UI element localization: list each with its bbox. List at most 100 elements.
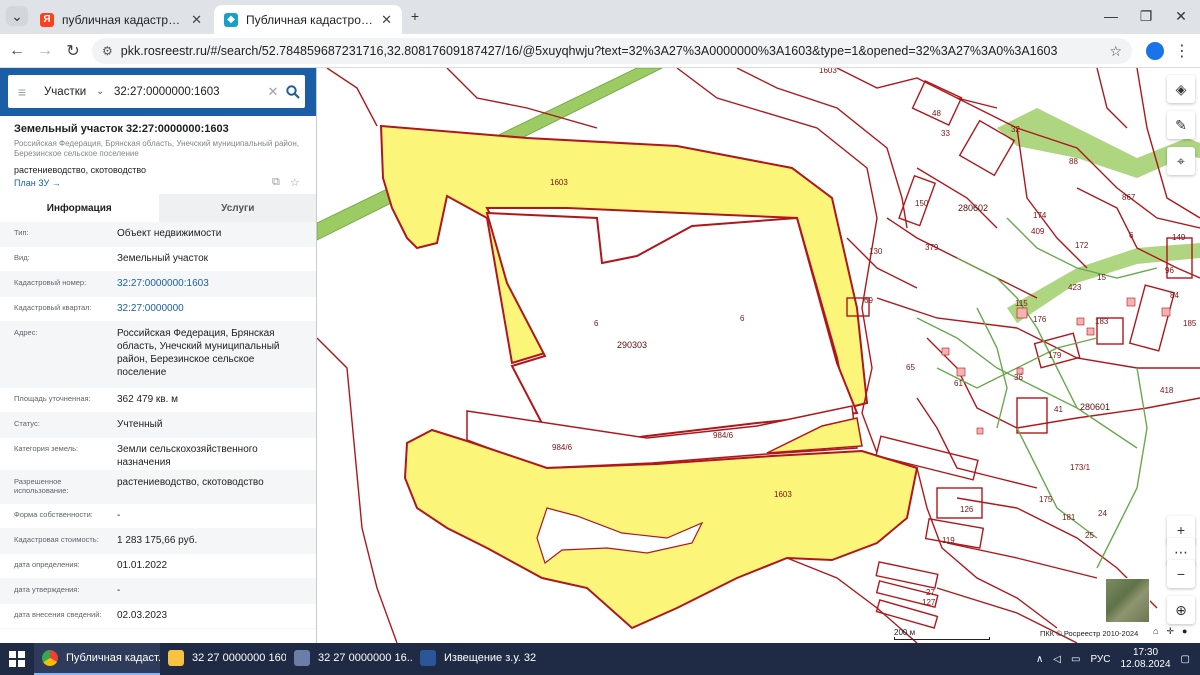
map-label: 24 [1098,509,1107,518]
property-row: Вид: Земельный участок [0,247,316,272]
app-icon [294,650,310,666]
property-value: 362 479 кв. м [117,394,179,405]
map-label: 6 [740,314,745,323]
map-label: 179 [1048,351,1062,360]
clock[interactable]: 17:30 12.08.2024 [1120,647,1170,671]
back-button[interactable]: ← [5,39,29,63]
north-button[interactable]: ⊕ [1167,596,1195,624]
taskbar-item-folder[interactable]: 32 27 0000000 1603 [160,643,286,675]
layers-button[interactable]: ◈ [1167,75,1195,103]
map-label: 36 [1014,373,1023,382]
object-actions: ⧉ ☆ [272,176,300,189]
browser-tab-1[interactable]: Я публичная кадастровая карта ✕ [30,5,212,34]
zoom-out-button[interactable]: − [1167,560,1195,588]
close-icon[interactable]: ✕ [183,12,202,28]
map-label: 181 [1062,513,1076,522]
property-value-link[interactable]: 32:27:0000000:1603 [117,272,303,296]
map-label: 65 [906,363,915,372]
map-label: 33 [941,129,950,138]
site-info-icon[interactable]: ⚙ [102,44,113,58]
person-icon[interactable]: ● [1182,626,1187,637]
map-label: 280601 [1080,402,1110,412]
settlement-lines [916,217,1158,569]
property-row: Адрес: Российская Федерация, Брянская обл… [0,322,316,388]
search-doc-icon[interactable]: ⧉ [272,176,280,189]
map-label: 149 [1172,233,1186,242]
home-icon[interactable]: ⌂ [1153,626,1158,637]
property-value: Земли сельскохозяйственного назначения [117,444,258,468]
map-label: 130 [869,247,883,256]
close-icon[interactable]: ✕ [373,12,392,28]
start-button[interactable] [0,643,34,675]
property-row: дата внесения сведений: 02.03.2023 [0,604,316,629]
property-value: Объект недвижимости [117,228,222,239]
taskbar-item-word[interactable]: Извещение з.у. 32 ... [412,643,538,675]
forward-button[interactable]: → [33,39,57,63]
system-tray: ∧ ◁ ▭ РУС 17:30 12.08.2024 ▢ [1036,643,1190,675]
property-row: Разрешенное использование: растениеводств… [0,471,316,504]
info-panel: ≡ Участки ⌄ ✕ Земельный участок 32:27:00… [0,68,317,643]
map-label: 61 [954,379,963,388]
locate-button[interactable]: ⌖ [1167,147,1195,175]
url-text[interactable]: pkk.rosreestr.ru/#/search/52.78485968723… [121,44,1058,58]
chevron-down-icon[interactable]: ⌄ [96,86,114,97]
volume-icon[interactable]: ◁ [1053,654,1061,665]
copyright-text: ПКК © Росреестр 2010-2024 [1040,629,1139,638]
plan-link[interactable]: План ЗУ → [14,178,61,188]
cadastral-map[interactable]: 1603 1603 1603 290303 6 6 984/6 984/6 28… [317,68,1200,643]
star-icon[interactable]: ☆ [290,176,300,189]
map-canvas[interactable]: 1603 1603 1603 290303 6 6 984/6 984/6 28… [317,68,1200,643]
property-value: Учтенный [117,419,163,430]
address-bar[interactable]: ⚙ pkk.rosreestr.ru/#/search/52.784859687… [92,38,1132,64]
layers-icon: ◈ [1175,80,1187,97]
parcel-290303[interactable] [485,211,859,442]
map-label: 69 [864,296,873,305]
object-header: Земельный участок 32:27:0000000:1603 Рос… [14,123,314,175]
property-label: Форма собственности: [14,510,93,519]
star-icon[interactable]: ☆ [1109,43,1122,60]
profile-button[interactable] [1143,39,1167,63]
browser-tab-2[interactable]: ◆ Публичная кадастровая карта ✕ [214,5,402,34]
rosreestr-icon: ◆ [224,12,238,27]
taskbar-item-app[interactable]: 32 27 0000000 16... [286,643,412,675]
maximize-button[interactable]: ❐ [1135,6,1157,26]
search-button[interactable] [282,84,304,99]
minus-icon: − [1176,566,1186,582]
windows-icon [9,651,25,667]
notifications-icon[interactable]: ▢ [1181,654,1190,665]
property-label: дата внесения сведений: [14,610,102,619]
new-tab-button[interactable]: + [404,6,426,26]
property-label: дата утверждения: [14,585,80,594]
map-label: 984/6 [552,443,573,452]
menu-button[interactable]: ⋮ [1170,39,1194,63]
measure-button[interactable]: ✎ [1167,111,1195,139]
map-label: 6 [1129,231,1134,240]
menu-icon[interactable]: ≡ [8,84,36,100]
browser-toolbar: ← → ↻ ⚙ pkk.rosreestr.ru/#/search/52.784… [0,34,1200,68]
property-value: Российская Федерация, Брянская область, … [117,328,280,378]
tab-information[interactable]: Информация [0,194,159,222]
crosshair-icon[interactable]: ✛ [1166,626,1174,637]
clear-icon[interactable]: ✕ [264,84,282,100]
scale-label: 200 м [894,628,916,637]
search-type-select[interactable]: Участки [36,86,96,98]
language-indicator[interactable]: РУС [1090,654,1110,665]
property-row: Форма собственности: - [0,504,316,529]
reload-button[interactable]: ↻ [61,39,85,63]
profile-icon [1146,42,1164,60]
property-value-link[interactable]: 32:27:0000000 [117,297,303,321]
map-label: 48 [932,109,941,118]
close-window-button[interactable]: ✕ [1170,6,1192,26]
tab-search-button[interactable]: ⌄ [6,6,28,26]
tab-services[interactable]: Услуги [158,194,316,222]
property-value: Земельный участок [117,253,209,264]
network-icon[interactable]: ▭ [1071,654,1080,665]
property-label: Кадастровая стоимость: [14,535,99,544]
minimize-button[interactable]: — [1100,6,1122,26]
map-label: 119 [942,536,955,545]
chevron-up-icon[interactable]: ∧ [1036,654,1043,665]
more-horiz-icon: ⋯ [1174,543,1188,560]
taskbar-item-chrome[interactable]: Публичная кадаст... [34,643,160,675]
search-input[interactable] [114,85,264,98]
satellite-basemap-toggle[interactable] [1105,578,1150,623]
